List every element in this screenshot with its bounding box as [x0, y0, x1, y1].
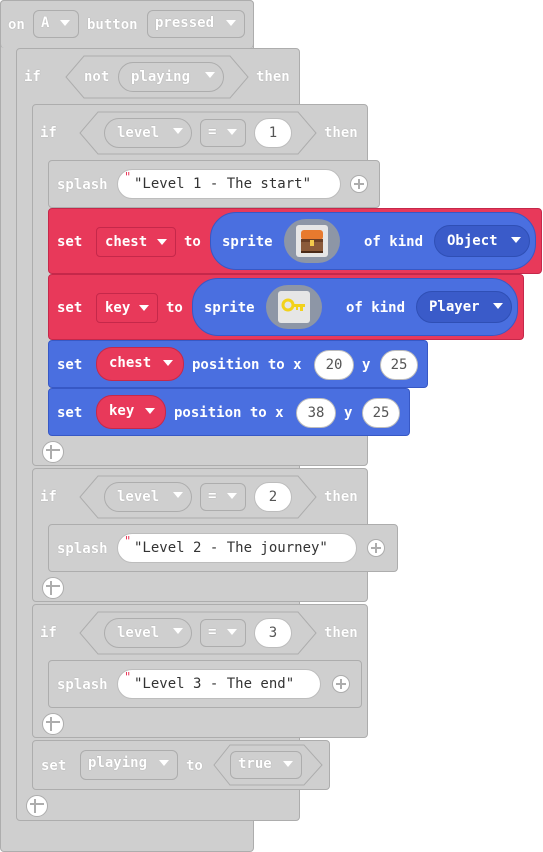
if-keyword: if — [40, 625, 57, 641]
if-keyword: if — [24, 69, 41, 85]
to-keyword: to — [186, 758, 203, 774]
add-else-icon[interactable] — [42, 713, 64, 735]
splash-keyword: splash — [57, 541, 108, 557]
key-sprite-pill[interactable]: key — [96, 395, 166, 429]
on-keyword: on — [8, 17, 25, 33]
chest-variable-dropdown[interactable]: chest — [96, 227, 176, 257]
to-keyword: to — [184, 234, 201, 250]
level-variable-pill[interactable]: level — [104, 482, 192, 512]
kind-dropdown[interactable]: Object — [434, 225, 530, 257]
splash-text-input[interactable]: " "Level 1 - The start" — [117, 169, 341, 199]
set-keyword: set — [41, 758, 67, 774]
splash-text-input[interactable]: " "Level 3 - The end" — [117, 669, 321, 699]
set-keyword: set — [57, 234, 83, 250]
sprite-image-field[interactable] — [284, 219, 340, 263]
then-keyword: then — [324, 625, 358, 641]
of-kind-keyword: of kind — [364, 234, 424, 250]
value-input[interactable]: 1 — [254, 118, 292, 148]
position-to-x-keyword: position to x — [192, 357, 302, 373]
sprite-keyword: sprite — [222, 234, 273, 250]
playing-variable-pill[interactable]: playing — [118, 62, 224, 92]
splash-text-input[interactable]: " "Level 2 - The journey" — [117, 533, 357, 563]
add-else-icon[interactable] — [26, 795, 48, 817]
y-input[interactable]: 25 — [362, 398, 400, 428]
y-keyword: y — [344, 405, 353, 421]
key-variable-dropdown[interactable]: key — [96, 293, 158, 323]
level-variable-pill[interactable]: level — [104, 118, 192, 148]
kind-dropdown[interactable]: Player — [416, 291, 512, 323]
operator-dropdown[interactable]: = — [200, 119, 246, 147]
operator-dropdown[interactable]: = — [200, 619, 246, 647]
set-keyword: set — [57, 300, 83, 316]
sprite-image-field[interactable] — [266, 285, 322, 329]
value-input[interactable]: 3 — [254, 618, 292, 648]
then-keyword: then — [256, 69, 290, 85]
value-input[interactable]: 2 — [254, 482, 292, 512]
add-argument-icon[interactable] — [332, 675, 350, 693]
then-keyword: then — [324, 489, 358, 505]
add-else-icon[interactable] — [42, 441, 64, 463]
y-input[interactable]: 25 — [380, 350, 418, 380]
if-keyword: if — [40, 489, 57, 505]
treasure-chest-icon — [301, 230, 323, 253]
operator-dropdown[interactable]: = — [200, 483, 246, 511]
add-argument-icon[interactable] — [367, 539, 385, 557]
set-keyword: set — [57, 357, 83, 373]
level-variable-pill[interactable]: level — [104, 618, 192, 648]
action-dropdown[interactable]: pressed — [147, 10, 245, 38]
set-keyword: set — [57, 405, 83, 421]
button-keyword: button — [87, 17, 138, 33]
splash-keyword: splash — [57, 677, 108, 693]
position-to-x-keyword: position to x — [174, 405, 284, 421]
not-keyword: not — [84, 69, 110, 85]
key-icon — [281, 298, 305, 312]
chest-sprite-pill[interactable]: chest — [96, 347, 184, 381]
y-keyword: y — [362, 357, 371, 373]
sprite-keyword: sprite — [204, 300, 255, 316]
x-input[interactable]: 20 — [314, 350, 354, 380]
splash-keyword: splash — [57, 177, 108, 193]
button-dropdown[interactable]: A — [33, 10, 79, 38]
of-kind-keyword: of kind — [346, 300, 406, 316]
x-input[interactable]: 38 — [296, 398, 336, 428]
add-argument-icon[interactable] — [350, 175, 368, 193]
playing-variable-dropdown[interactable]: playing — [80, 750, 178, 780]
then-keyword: then — [324, 125, 358, 141]
add-else-icon[interactable] — [42, 577, 64, 599]
if-keyword: if — [40, 125, 57, 141]
to-keyword: to — [166, 300, 183, 316]
true-dropdown[interactable]: true — [230, 751, 302, 779]
